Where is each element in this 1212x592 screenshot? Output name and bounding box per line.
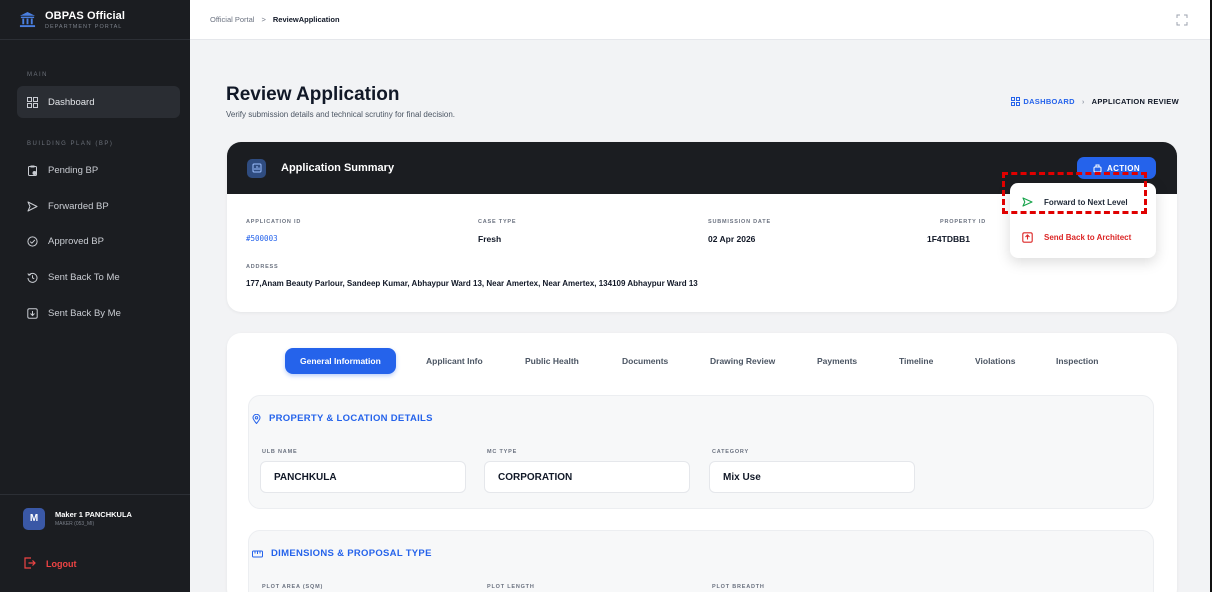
- dimensions-section: [248, 530, 1154, 592]
- tab-drawing-review[interactable]: Drawing Review: [710, 348, 775, 374]
- breadcrumb-current: APPLICATION REVIEW: [1091, 97, 1179, 106]
- property-id-label: PROPERTY ID: [940, 219, 986, 225]
- user-role: MAKER (053_MI): [55, 521, 95, 527]
- plot-breadth-label: PLOT BREADTH: [712, 584, 765, 590]
- category-label: CATEGORY: [712, 449, 749, 455]
- sidebar-item-dashboard[interactable]: Dashboard: [17, 86, 180, 118]
- tab-applicant-info[interactable]: Applicant Info: [426, 348, 483, 374]
- breadcrumb-current: ReviewApplication: [272, 15, 340, 24]
- tab-timeline[interactable]: Timeline: [899, 348, 933, 374]
- sidebar-item-label: Forwarded BP: [48, 200, 109, 212]
- sidebar-item-label: Sent Back To Me: [48, 271, 120, 283]
- fullscreen-icon[interactable]: [1176, 14, 1188, 26]
- clipboard-icon: [27, 165, 38, 176]
- ulb-name-field[interactable]: PANCHKULA: [260, 461, 466, 493]
- address-value: 177,Anam Beauty Parlour, Sandeep Kumar, …: [246, 279, 698, 288]
- top-bar: Official Portal > ReviewApplication: [190, 0, 1212, 40]
- tab-documents[interactable]: Documents: [622, 348, 668, 374]
- brand[interactable]: OBPAS Official DEPARTMENT PORTAL: [0, 0, 190, 40]
- sidebar-item-label: Pending BP: [48, 164, 99, 176]
- send-back-option-label: Send Back to Architect: [1044, 233, 1132, 242]
- mc-type-field[interactable]: CORPORATION: [484, 461, 690, 493]
- sidebar-item-label: Sent Back By Me: [48, 307, 121, 319]
- case-type-value: Fresh: [478, 234, 502, 244]
- sidebar-item-label: Approved BP: [48, 235, 104, 247]
- avatar: M: [23, 507, 45, 530]
- bank-icon: [19, 11, 36, 28]
- breadcrumb-separator: >: [261, 15, 266, 24]
- mc-type-label: MC TYPE: [487, 449, 518, 455]
- grid-icon: [1011, 97, 1021, 106]
- logout-icon: [24, 557, 36, 571]
- forward-option-label: Forward to Next Level: [1044, 197, 1128, 207]
- send-back-to-architect-option[interactable]: Send Back to Architect: [1022, 232, 1131, 243]
- tab-violations[interactable]: Violations: [975, 348, 1015, 374]
- plot-length-label: PLOT LENGTH: [487, 584, 535, 590]
- tab-inspection[interactable]: Inspection: [1056, 348, 1099, 374]
- sidebar-item-forwarded-bp[interactable]: Forwarded BP: [17, 190, 180, 222]
- brand-subtitle: DEPARTMENT PORTAL: [45, 23, 123, 30]
- submission-date-value: 02 Apr 2026: [708, 234, 756, 244]
- action-button-label: ACTION: [1106, 163, 1141, 173]
- tab-general-information[interactable]: General Information: [285, 348, 396, 374]
- brand-title: OBPAS Official: [45, 9, 126, 22]
- grid-icon: [27, 96, 38, 108]
- address-label: ADDRESS: [246, 264, 279, 270]
- category-field[interactable]: Mix Use: [709, 461, 915, 493]
- location-pin-icon: [252, 413, 261, 424]
- sidebar: OBPAS Official DEPARTMENT PORTAL MAIN Da…: [0, 0, 190, 592]
- breadcrumb-separator: ›: [1081, 97, 1085, 106]
- forward-to-next-level-option[interactable]: Forward to Next Level: [1022, 197, 1128, 207]
- page-breadcrumb: DASHBOARD › APPLICATION REVIEW: [1011, 97, 1179, 106]
- section-title-label: DIMENSIONS & PROPOSAL TYPE: [271, 548, 432, 559]
- breadcrumb-dashboard-label: DASHBOARD: [1023, 97, 1075, 106]
- nav-section-main: MAIN: [27, 72, 48, 78]
- send-icon: [27, 201, 38, 212]
- plot-area-label: PLOT AREA (SQM): [262, 584, 324, 590]
- dimensions-title: DIMENSIONS & PROPOSAL TYPE: [252, 548, 432, 559]
- tab-public-health[interactable]: Public Health: [525, 348, 579, 374]
- sidebar-item-sent-back-to-me[interactable]: Sent Back To Me: [17, 261, 180, 293]
- page-title: Review Application: [226, 84, 400, 105]
- case-type-label: CASE TYPE: [478, 219, 517, 225]
- logout-button[interactable]: Logout: [24, 557, 77, 571]
- sidebar-item-pending-bp[interactable]: Pending BP: [17, 154, 180, 186]
- property-location-title: PROPERTY & LOCATION DETAILS: [252, 413, 433, 424]
- breadcrumb-root[interactable]: Official Portal: [210, 15, 254, 24]
- sidebar-item-label: Dashboard: [48, 96, 95, 108]
- ulb-name-label: ULB NAME: [262, 449, 298, 455]
- check-circle-icon: [27, 235, 38, 247]
- application-id-label: APPLICATION ID: [246, 219, 302, 225]
- application-id-value[interactable]: #500003: [246, 234, 278, 243]
- user-name: Maker 1 PANCHKULA: [55, 510, 132, 519]
- nav-section-bp: BUILDING PLAN (BP): [27, 141, 114, 147]
- property-id-value: 1F4TDBB1: [927, 234, 970, 244]
- sidebar-item-sent-back-by-me[interactable]: Sent Back By Me: [17, 297, 180, 329]
- tab-payments[interactable]: Payments: [817, 348, 857, 374]
- action-button[interactable]: ACTION: [1077, 157, 1156, 179]
- summary-title: Application Summary: [281, 162, 395, 174]
- history-icon: [27, 272, 38, 283]
- return-box-icon: [27, 307, 38, 319]
- page-subtitle: Verify submission details and technical …: [226, 110, 455, 119]
- breadcrumb-dashboard-link[interactable]: DASHBOARD: [1011, 97, 1075, 106]
- submission-date-label: SUBMISSION DATE: [708, 219, 771, 225]
- send-icon: [1022, 197, 1033, 207]
- return-box-icon: [1022, 232, 1033, 243]
- logout-label: Logout: [46, 559, 77, 569]
- section-title-label: PROPERTY & LOCATION DETAILS: [269, 413, 433, 424]
- ruler-icon: [252, 550, 263, 558]
- document-icon: [247, 158, 266, 178]
- sidebar-item-approved-bp[interactable]: Approved BP: [17, 225, 180, 257]
- user-profile[interactable]: M Maker 1 PANCHKULA MAKER (053_MI): [0, 494, 190, 542]
- action-icon: [1093, 164, 1102, 172]
- action-dropdown-menu: Forward to Next Level Send Back to Archi…: [1010, 183, 1156, 258]
